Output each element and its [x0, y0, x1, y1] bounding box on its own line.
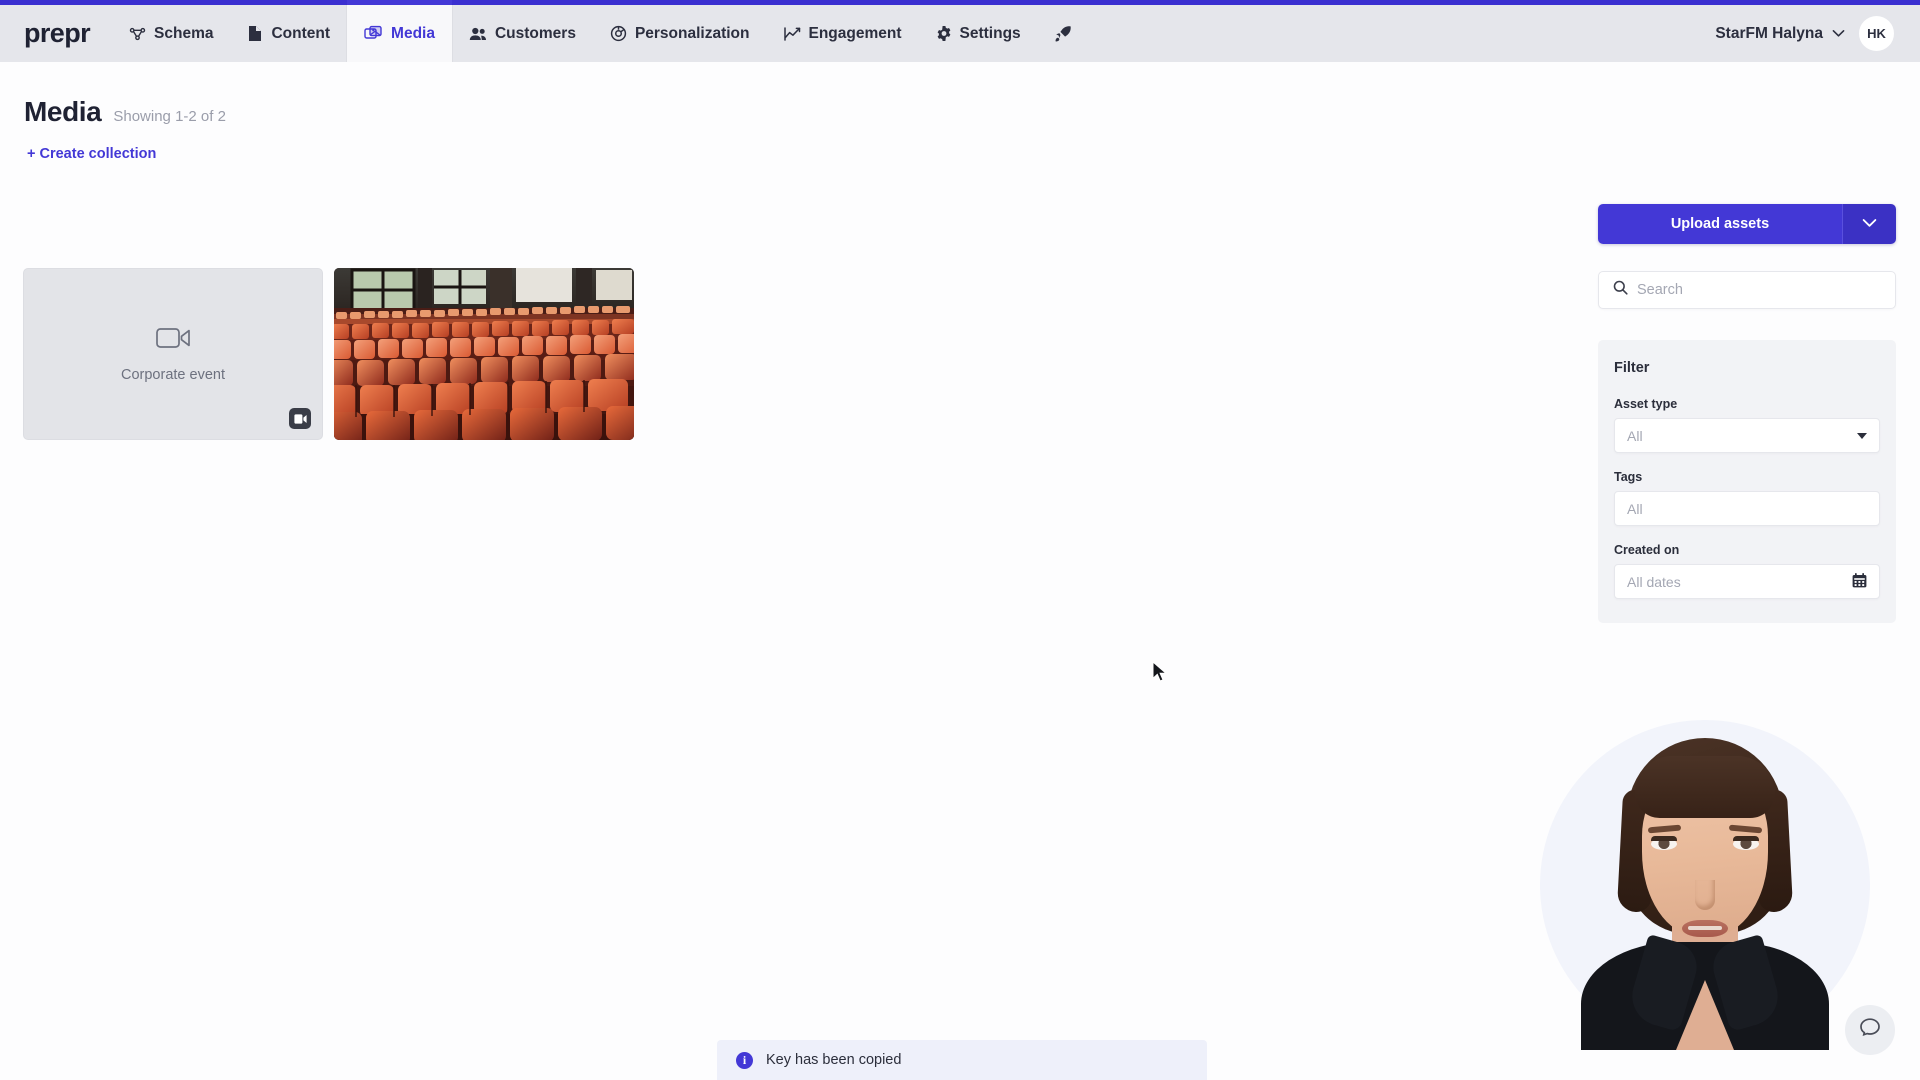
toast-notification: i Key has been copied: [717, 1040, 1207, 1080]
asset-type-value: All: [1627, 427, 1643, 444]
nav-item-personalization[interactable]: Personalization: [593, 5, 767, 62]
toast-message: Key has been copied: [766, 1052, 902, 1068]
prepr-logo[interactable]: prepr: [0, 5, 112, 62]
page-title: Media: [24, 96, 102, 127]
calendar-icon: [1852, 572, 1867, 591]
page-header: Media Showing 1-2 of 2: [24, 96, 226, 128]
chat-bubble-icon: [1859, 1017, 1881, 1043]
nav-label-settings: Settings: [959, 24, 1021, 42]
filter-panel: Filter Asset type All Tags All Created o…: [1598, 340, 1896, 623]
account-name: StarFM Halyna: [1715, 24, 1823, 42]
search-box[interactable]: [1598, 271, 1896, 309]
nose: [1695, 880, 1715, 910]
nav-label-engagement: Engagement: [808, 24, 902, 42]
asset-card-video[interactable]: Corporate event: [23, 268, 323, 440]
nav-item-customers[interactable]: Customers: [452, 5, 593, 62]
search-input[interactable]: [1637, 282, 1881, 298]
nav-items: Schema Content Media Customers Personali…: [112, 0, 1088, 62]
nav-item-schema[interactable]: Schema: [112, 5, 230, 62]
create-collection-link[interactable]: + Create collection: [27, 146, 156, 162]
filter-label-created-on: Created on: [1614, 543, 1680, 557]
rocket-icon: [1054, 25, 1072, 43]
mouse-cursor: [1152, 660, 1169, 689]
account-switcher[interactable]: StarFM Halyna: [1715, 25, 1845, 43]
nav-label-customers: Customers: [494, 24, 576, 42]
nav-label-schema: Schema: [154, 24, 214, 42]
search-icon: [1613, 280, 1628, 300]
fringe: [1635, 756, 1775, 818]
chart-icon: [783, 26, 801, 42]
tags-value: All: [1627, 500, 1643, 517]
filter-field-asset-type: Asset type All: [1614, 397, 1880, 453]
chevron-down-icon: [1862, 215, 1877, 233]
page-body: Media Showing 1-2 of 2 + Create collecti…: [0, 62, 1920, 1080]
mouth: [1682, 920, 1728, 937]
result-count: Showing 1-2 of 2: [113, 108, 226, 125]
filter-label-tags: Tags: [1614, 470, 1643, 484]
portrait-figure: [1580, 738, 1830, 1050]
auditorium-photo: [334, 268, 634, 440]
media-icon: [364, 25, 383, 42]
chevron-down-icon: [1832, 25, 1845, 43]
filter-title: Filter: [1614, 360, 1650, 376]
shirt: [1581, 942, 1829, 1050]
asset-card-image[interactable]: [334, 268, 634, 440]
assistant-portrait: [1540, 720, 1870, 1050]
people-icon: [469, 26, 487, 42]
filter-label-asset-type: Asset type: [1614, 397, 1678, 411]
filter-field-tags: Tags All: [1614, 470, 1880, 526]
avatar[interactable]: HK: [1859, 16, 1894, 51]
filter-field-created-on: Created on All dates: [1614, 543, 1880, 599]
nav-item-engagement[interactable]: Engagement: [767, 5, 919, 62]
nav-item-settings[interactable]: Settings: [919, 5, 1038, 62]
created-on-value: All dates: [1627, 573, 1681, 590]
caret-down-icon: [1857, 432, 1867, 439]
video-badge-icon: [289, 408, 311, 429]
nav-right: StarFM Halyna HK: [1715, 5, 1920, 62]
eye-right: [1733, 836, 1759, 850]
nav-label-content: Content: [271, 24, 331, 42]
asset-type-select[interactable]: All: [1614, 418, 1880, 453]
video-placeholder-icon: [155, 325, 191, 356]
nav-label-media: Media: [391, 24, 435, 42]
upload-assets-button[interactable]: Upload assets: [1598, 204, 1842, 244]
upload-options-button[interactable]: [1842, 204, 1896, 244]
created-on-datepicker[interactable]: All dates: [1614, 564, 1880, 599]
nav-item-content[interactable]: Content: [230, 5, 347, 62]
gear-icon: [936, 25, 952, 42]
upload-assets-group: Upload assets: [1598, 204, 1896, 244]
nav-item-rocket[interactable]: [1038, 5, 1088, 62]
nav-label-personalization: Personalization: [634, 24, 750, 42]
asset-card-label: Corporate event: [121, 367, 225, 383]
tags-input[interactable]: All: [1614, 491, 1880, 526]
chat-widget-button[interactable]: [1845, 1005, 1895, 1055]
document-icon: [247, 25, 263, 42]
nav-item-media[interactable]: Media: [347, 0, 452, 62]
info-icon: i: [736, 1051, 753, 1069]
asset-grid: Corporate event: [23, 268, 634, 440]
main-navbar: prepr Schema Content Media Customers Per…: [0, 0, 1920, 62]
eye-left: [1651, 836, 1677, 850]
schema-icon: [129, 25, 146, 42]
target-icon: [610, 25, 627, 42]
